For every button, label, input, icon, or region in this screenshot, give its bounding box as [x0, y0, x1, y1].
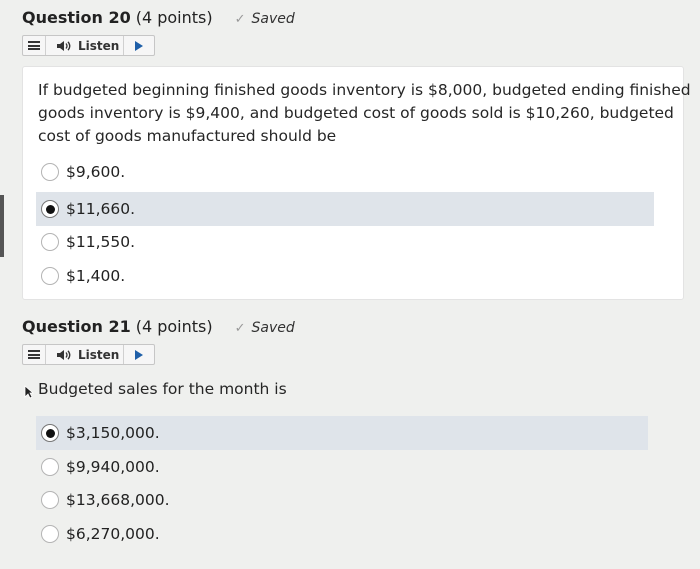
hamburger-menu-icon[interactable]: [23, 36, 46, 55]
q21-saved-status: ✓ Saved: [234, 320, 295, 336]
q21-title: Question 21: [22, 317, 131, 336]
checkmark-icon: ✓: [234, 12, 246, 27]
radio-button[interactable]: [41, 525, 59, 543]
radio-button[interactable]: [41, 267, 59, 285]
q21-points: (4 points): [135, 317, 213, 336]
q21-header: Question 21 (4 points) ✓ Saved: [22, 317, 295, 341]
q20-option-3[interactable]: $11,550.: [36, 225, 646, 259]
q20-header: Question 20 (4 points) ✓ Saved: [22, 8, 295, 32]
radio-button[interactable]: [41, 491, 59, 509]
play-icon[interactable]: [123, 345, 154, 364]
q21-question-text: Budgeted sales for the month is: [38, 380, 287, 398]
q20-option-4[interactable]: $1,400.: [36, 259, 646, 293]
option-label: $11,550.: [66, 233, 136, 251]
q20-option-2[interactable]: $11,660.: [36, 192, 654, 226]
option-label: $6,270,000.: [66, 525, 160, 543]
option-label: $11,660.: [66, 200, 136, 218]
q20-points: (4 points): [135, 8, 213, 27]
q20-question-text: If budgeted beginning finished goods inv…: [38, 81, 691, 145]
q21-listen-widget[interactable]: Listen: [22, 344, 155, 365]
listen-label[interactable]: Listen: [78, 348, 119, 362]
radio-button[interactable]: [41, 233, 59, 251]
play-icon[interactable]: [123, 36, 154, 55]
q20-option-1[interactable]: $9,600.: [36, 155, 646, 189]
checkmark-icon: ✓: [234, 321, 246, 336]
radio-button[interactable]: [41, 163, 59, 181]
option-label: $13,668,000.: [66, 491, 170, 509]
q20-saved-status: ✓ Saved: [234, 11, 295, 27]
radio-button-selected[interactable]: [41, 424, 59, 442]
left-edge-bar: [0, 195, 4, 257]
radio-button-selected[interactable]: [41, 200, 59, 218]
q20-listen-widget[interactable]: Listen: [22, 35, 155, 56]
option-label: $9,940,000.: [66, 458, 160, 476]
q21-option-2[interactable]: $9,940,000.: [36, 450, 648, 484]
q21-option-1[interactable]: $3,150,000.: [36, 416, 648, 450]
listen-label[interactable]: Listen: [78, 39, 119, 53]
speaker-icon: [56, 40, 72, 52]
mouse-cursor-icon: [24, 384, 35, 403]
option-label: $9,600.: [66, 163, 126, 181]
radio-button[interactable]: [41, 458, 59, 476]
speaker-icon: [56, 349, 72, 361]
q21-option-4[interactable]: $6,270,000.: [36, 517, 648, 551]
hamburger-menu-icon[interactable]: [23, 345, 46, 364]
q20-title: Question 20: [22, 8, 131, 27]
option-label: $3,150,000.: [66, 424, 160, 442]
option-label: $1,400.: [66, 267, 126, 285]
q21-option-3[interactable]: $13,668,000.: [36, 483, 648, 517]
